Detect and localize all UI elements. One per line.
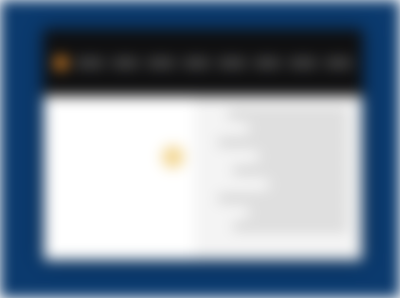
text-line xyxy=(233,224,348,229)
text-line xyxy=(218,140,348,145)
text-block xyxy=(198,112,348,238)
text-line xyxy=(218,196,348,201)
text-line xyxy=(248,126,348,131)
toolbar xyxy=(44,30,362,96)
highlight-spot xyxy=(162,146,184,168)
content-area xyxy=(44,96,362,260)
text-line xyxy=(268,182,348,187)
app-window xyxy=(44,30,362,260)
toolbar-item[interactable] xyxy=(182,58,210,68)
text-line xyxy=(233,168,348,173)
text-line xyxy=(258,154,348,159)
toolbar-item[interactable] xyxy=(218,58,246,68)
toolbar-item[interactable] xyxy=(147,58,175,68)
app-logo-icon xyxy=(54,56,68,70)
toolbar-item[interactable] xyxy=(253,58,281,68)
toolbar-item[interactable] xyxy=(111,58,139,68)
toolbar-item[interactable] xyxy=(289,58,317,68)
desktop-background xyxy=(0,0,400,298)
toolbar-item[interactable] xyxy=(76,58,104,68)
toolbar-item[interactable] xyxy=(324,58,352,68)
text-line xyxy=(248,210,348,215)
text-line xyxy=(228,112,348,117)
left-pane xyxy=(44,96,194,260)
